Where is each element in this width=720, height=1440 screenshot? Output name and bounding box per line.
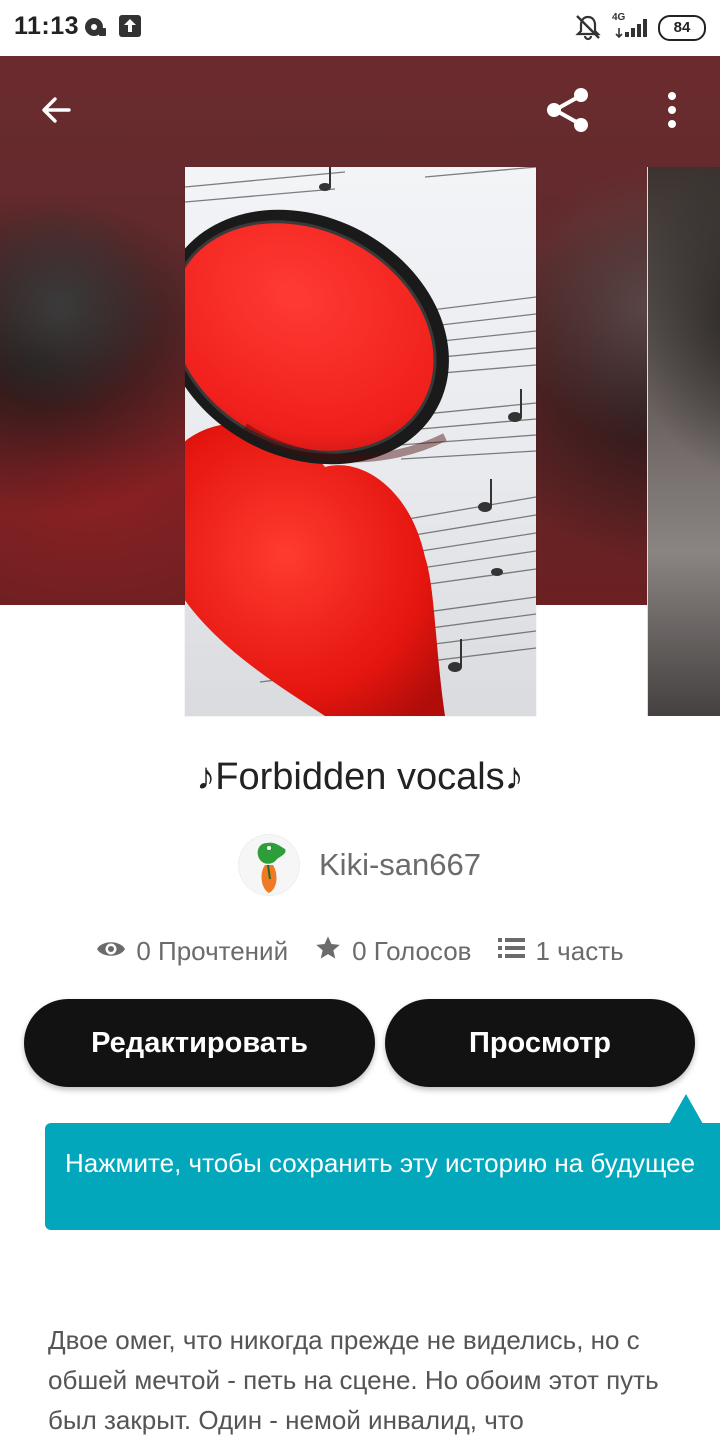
parts-count: 1 часть [535, 935, 624, 966]
bell-off-icon [574, 13, 602, 46]
next-story-cover[interactable] [647, 167, 720, 716]
votes-count: 0 Голосов [352, 935, 472, 966]
arrow-left-icon [38, 92, 74, 133]
votes-stat: 0 Голосов [314, 934, 472, 969]
back-button[interactable] [28, 84, 84, 140]
author-row[interactable]: Kiki-san667 [0, 834, 720, 896]
cover-artwork [185, 167, 536, 716]
reads-count: 0 Прочтений [136, 935, 289, 966]
more-options-button[interactable] [644, 84, 700, 140]
author-name[interactable]: Kiki-san667 [319, 847, 481, 883]
signal-icon [614, 16, 654, 43]
preview-button[interactable]: Просмотр [385, 999, 695, 1087]
list-icon [497, 936, 526, 967]
star-icon [314, 934, 342, 969]
record-icon [82, 14, 108, 45]
story-title: ♪Forbidden vocals♪ [196, 756, 524, 798]
status-time: 11:13 [14, 12, 80, 40]
save-story-tooltip[interactable]: Нажмите, чтобы сохранить эту историю на … [45, 1123, 720, 1230]
parts-stat: 1 часть [497, 935, 624, 967]
story-cover[interactable] [185, 167, 536, 716]
upload-icon [118, 14, 142, 43]
status-bar: 11:13 4G 84 [0, 0, 720, 56]
reads-stat: 0 Прочтений [96, 936, 288, 967]
story-description: Двое омег, что никогда прежде не виделис… [48, 1325, 659, 1435]
tooltip-arrow [669, 1094, 703, 1124]
battery-icon: 84 [658, 15, 706, 41]
edit-button[interactable]: Редактировать [24, 999, 375, 1087]
story-stats: 0 Прочтений 0 Голосов 1 часть [0, 930, 720, 972]
share-icon [543, 85, 593, 140]
more-vertical-icon [666, 91, 678, 133]
banner-blur [0, 196, 160, 416]
eye-icon [96, 936, 126, 967]
avatar[interactable] [239, 835, 299, 895]
share-button[interactable] [540, 84, 596, 140]
